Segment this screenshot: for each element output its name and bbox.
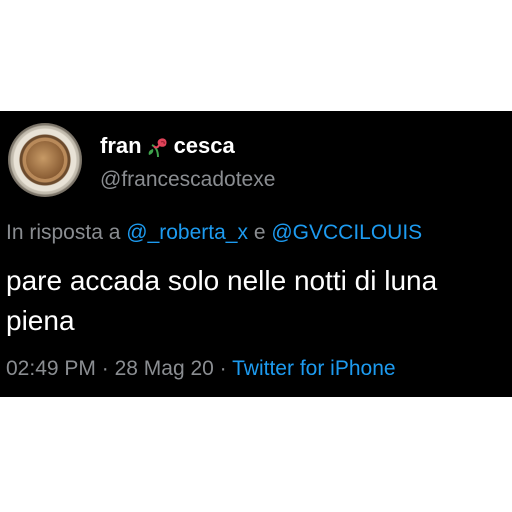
display-name[interactable]: fran cesca xyxy=(100,133,235,159)
reply-context: In risposta a @_roberta_x e @GVCCILOUIS xyxy=(6,221,422,245)
page: fran cesca @francescadotexe In risposta … xyxy=(0,0,512,512)
tweet-time[interactable]: 02:49 PM xyxy=(6,357,96,380)
tweet-card: fran cesca @francescadotexe In risposta … xyxy=(0,111,512,397)
reply-mention-gvccilouis[interactable]: @GVCCILOUIS xyxy=(271,221,422,244)
meta-separator: · xyxy=(101,357,109,380)
tweet-meta: 02:49 PM · 28 Mag 20 · Twitter for iPhon… xyxy=(6,357,396,381)
reply-prefix: In risposta a xyxy=(6,221,121,244)
coffee-cup-image xyxy=(26,141,64,179)
user-handle[interactable]: @francescadotexe xyxy=(100,168,275,192)
avatar[interactable] xyxy=(8,123,82,197)
display-name-part2: cesca xyxy=(173,133,235,158)
tweet-text: pare accada solo nelle notti di luna pie… xyxy=(6,265,438,336)
wilted-flower-icon xyxy=(146,133,170,159)
display-name-part1: fran xyxy=(100,133,142,158)
reply-mention-roberta[interactable]: @_roberta_x xyxy=(126,221,248,244)
meta-separator: · xyxy=(219,357,227,380)
reply-conjunction: e xyxy=(253,221,266,244)
tweet-date[interactable]: 28 Mag 20 xyxy=(115,357,214,380)
tweet-source[interactable]: Twitter for iPhone xyxy=(232,357,395,380)
